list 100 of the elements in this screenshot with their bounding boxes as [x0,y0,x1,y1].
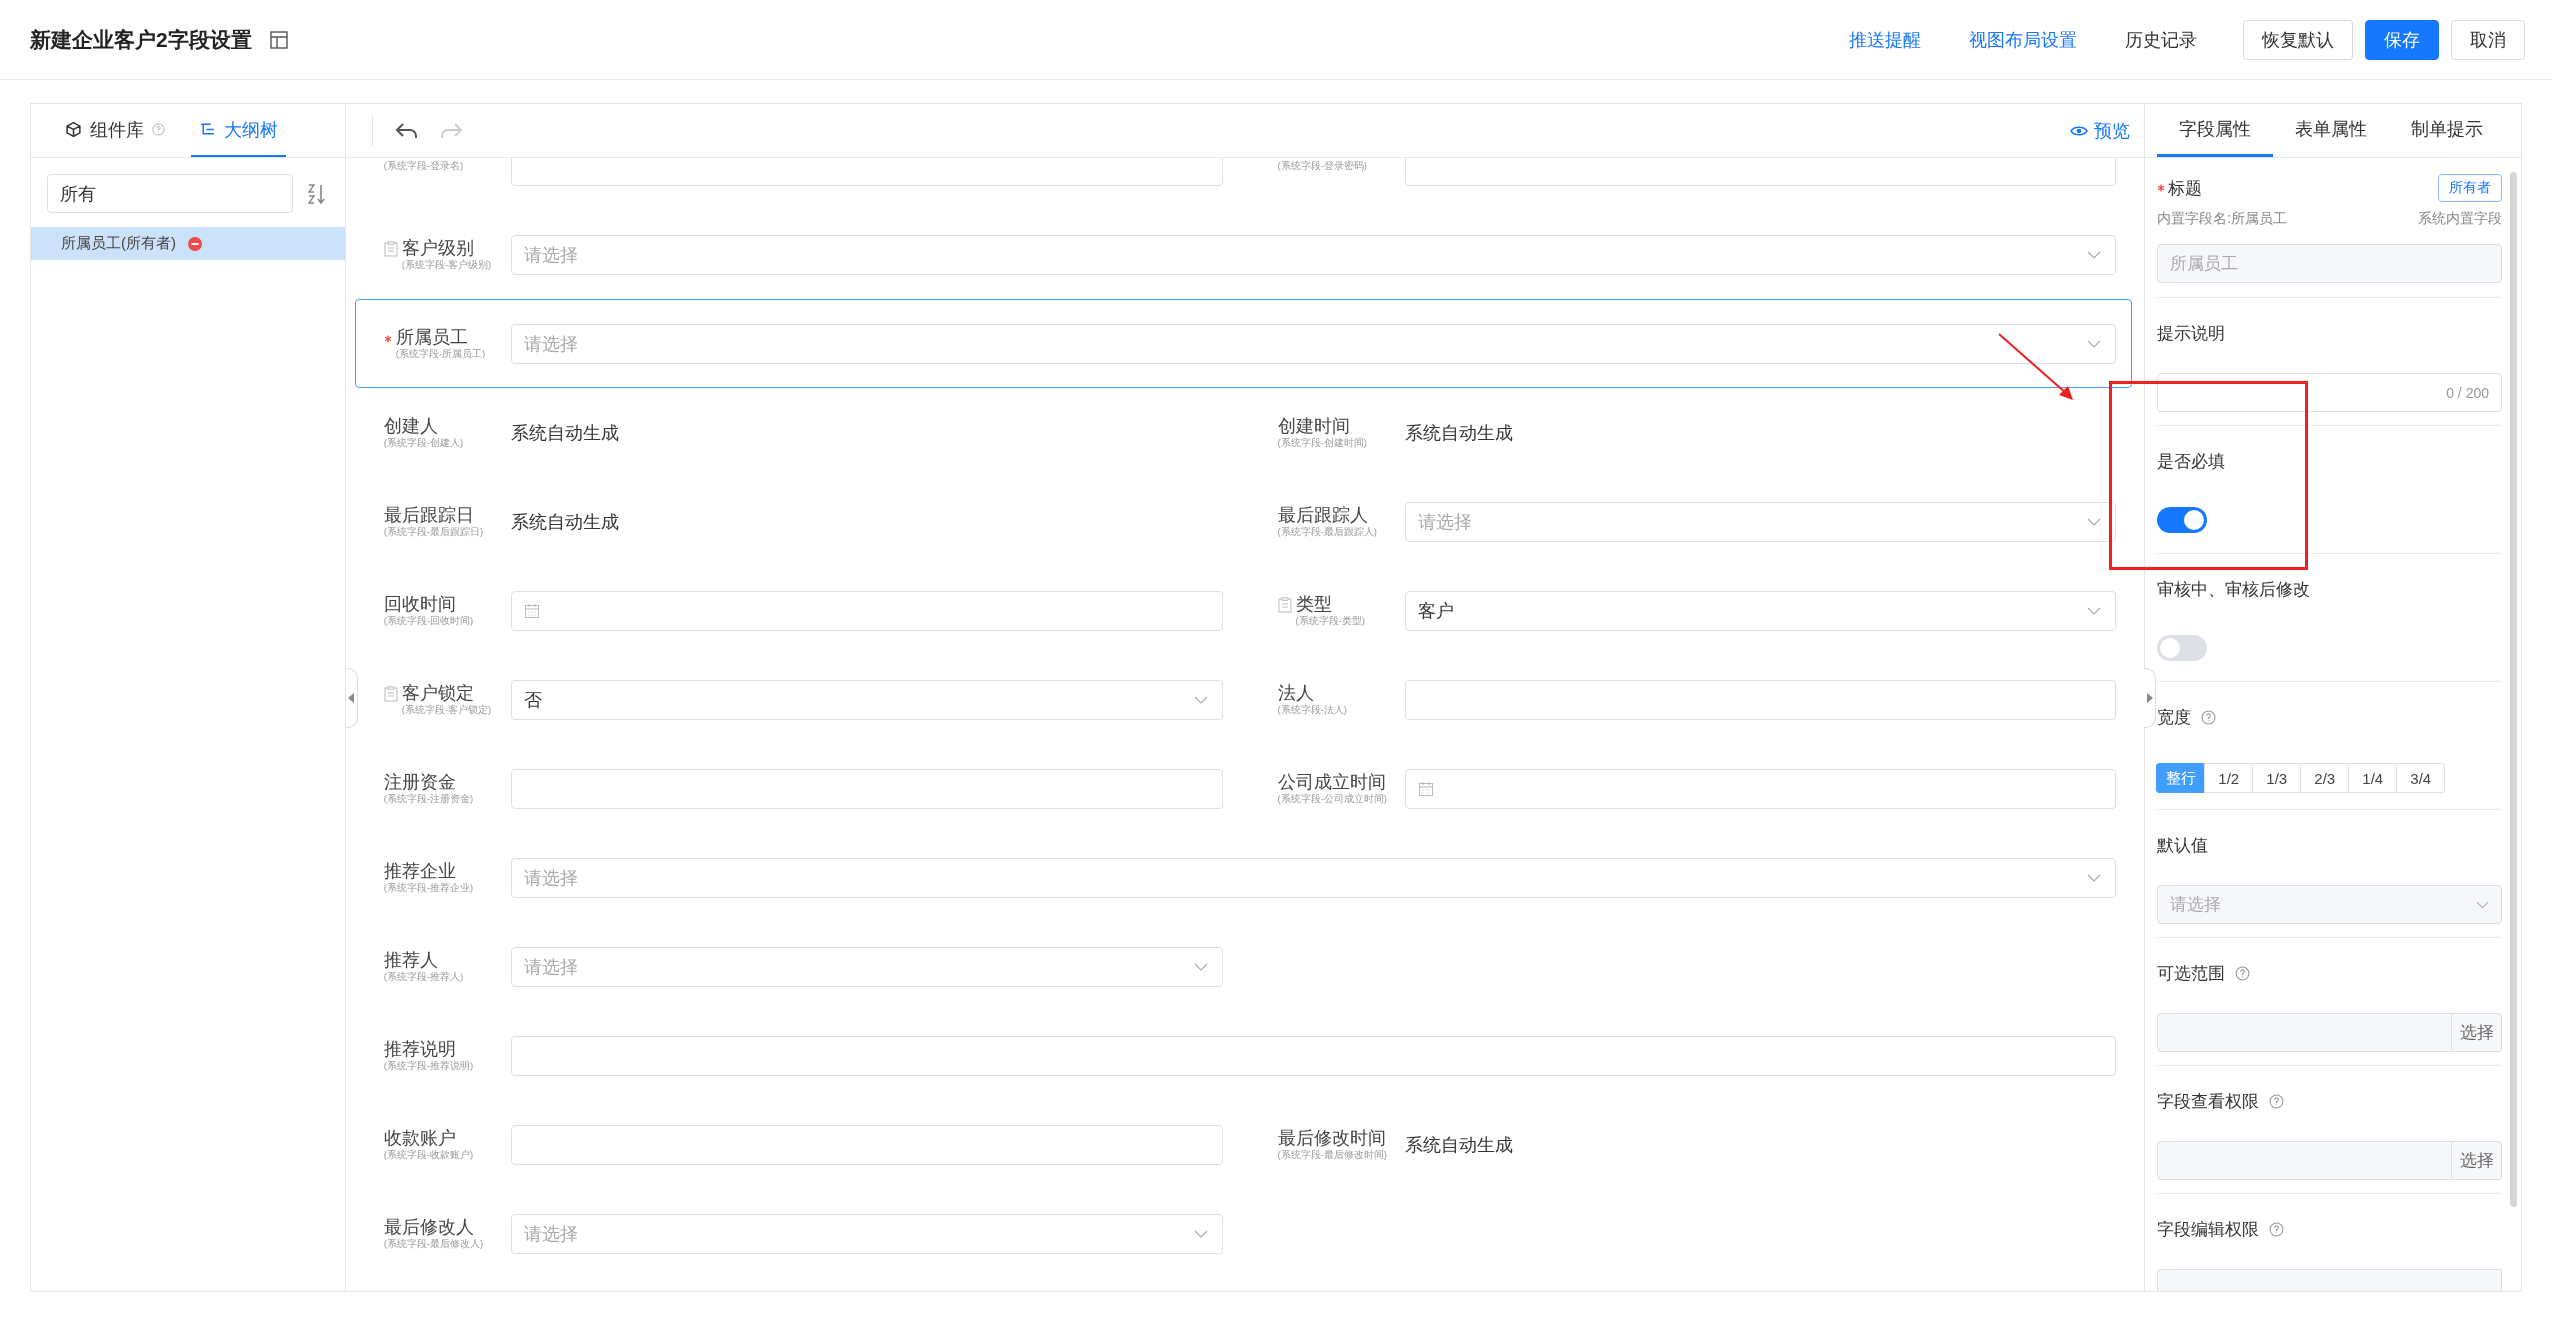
date-field[interactable] [510,590,1223,631]
tree-item[interactable]: 所属员工(所有者) [31,227,345,260]
field-note: (系统字段-最后跟踪日) [383,526,484,538]
field-label: 注册资金 [383,772,457,793]
section-label: 字段编辑权限 [2157,1219,2260,1241]
field-note: (系统字段-推荐人) [383,971,464,983]
cube-icon [65,121,82,138]
field-label: 推荐人 [383,950,439,971]
field-note: (系统字段-创建时间) [1277,437,1367,449]
history-link[interactable]: 历史记录 [2125,27,2197,52]
header-link[interactable]: 视图布局设置 [1969,27,2077,52]
width-option[interactable]: 3/4 [2396,763,2446,793]
chevron-icon [2087,517,2102,526]
panel-tab[interactable]: 组件库 [57,104,173,157]
field-label: 所属员工 [395,327,469,348]
field-note: (系统字段-推荐企业) [383,882,474,894]
section-label: 字段查看权限 [2157,1091,2260,1113]
choose-button[interactable]: 选择 [2452,1013,2502,1052]
chevron-icon [2087,250,2102,259]
help-icon[interactable] [152,123,165,136]
section-label: 审核中、审核后修改 [2157,579,2312,601]
picker-field[interactable] [2157,1141,2452,1180]
chevron-icon [1193,1229,1208,1238]
layout-icon[interactable] [269,30,288,49]
field-label: 最后修改时间 [1277,1128,1387,1149]
width-option[interactable]: 1/2 [2204,763,2254,793]
header-button[interactable]: 恢复默认 [2243,19,2353,60]
toggle-switch[interactable] [2157,635,2208,661]
property-tab[interactable]: 制单提示 [2389,104,2506,157]
chevron-icon [2087,339,2102,348]
property-tab[interactable]: 表单属性 [2273,104,2390,157]
field-note: (系统字段-登录密码) [1277,159,1367,172]
section-label: 可选范围 [2157,963,2226,985]
property-tab[interactable]: 字段属性 [2157,104,2274,157]
help-icon[interactable] [2201,710,2217,725]
field-label: 收款账户 [383,1128,457,1149]
field-label: 类型 [1295,594,1333,615]
field-note: (系统字段-回收时间) [383,615,474,627]
input-field[interactable] [510,1035,2117,1076]
sort-icon[interactable] [307,182,327,205]
picker-field[interactable] [2157,1013,2452,1052]
chevron-icon [2087,873,2102,882]
field-value: 系统自动生成 [1404,1133,1513,1157]
chevron-icon [2087,606,2102,615]
input-field[interactable] [510,158,1223,186]
section-label: 是否必填 [2157,451,2227,473]
builtin-name: 内置字段名:所属员工 [2157,210,2288,228]
preview-link[interactable]: 预览 [2070,118,2131,143]
field-label: 最后跟踪人 [1277,505,1369,526]
owner-tag: 所有者 [2438,174,2502,202]
field-note: (系统字段-收款账户) [383,1149,474,1161]
field-note: (系统字段-推荐说明) [383,1060,474,1072]
field-value: 系统自动生成 [510,421,619,445]
page-title: 新建企业客户2字段设置 [30,26,252,53]
field-label: 公司成立时间 [1277,772,1387,793]
help-icon[interactable] [2235,966,2251,981]
input-field[interactable] [1404,679,2117,720]
chevron-icon [2476,900,2489,909]
field-note: (系统字段-所属员工) [395,348,486,360]
field-note: (系统字段-公司成立时间) [1277,793,1387,805]
header-link[interactable]: 推送提醒 [1849,27,1921,52]
calendar-icon [523,602,540,619]
field-note: (系统字段-客户级别) [401,259,492,271]
date-field[interactable] [1404,768,2117,809]
selected-field-row[interactable]: 所属员工 (系统字段-所属员工) 请选择 [354,299,2133,388]
filter-select[interactable]: 所有 [47,174,293,213]
redo-icon[interactable] [438,120,465,141]
section-label: 标题 [2168,177,2203,200]
select-field[interactable]: 否 [510,679,1223,720]
field-label: 推荐企业 [383,861,457,882]
scrollbar[interactable] [2510,172,2517,1207]
chevron-icon [1193,695,1208,704]
field-label: 最后跟踪日 [383,505,475,526]
remove-icon[interactable] [188,236,202,251]
section-label: 提示说明 [2157,323,2227,345]
toggle-switch[interactable] [2157,507,2208,533]
section-label: 宽度 [2157,707,2192,729]
width-option[interactable]: 2/3 [2300,763,2350,793]
input-field[interactable] [510,768,1223,809]
field-value: 系统自动生成 [510,510,619,534]
choose-button[interactable]: 选择 [2452,1141,2502,1180]
select-field[interactable]: 客户 [1404,590,2117,631]
help-icon[interactable] [2269,1222,2285,1237]
calendar-icon [1417,780,1434,797]
width-option[interactable]: 1/4 [2348,763,2398,793]
section-label: 默认值 [2157,835,2210,857]
field-label: 客户锁定 [401,683,475,704]
save-button[interactable]: 保存 [2365,19,2439,60]
collapse-handle[interactable] [2144,668,2157,728]
help-icon[interactable] [2269,1094,2285,1109]
char-counter: 0 / 200 [2446,384,2489,401]
field-label: 创建人 [383,416,439,437]
field-note: (系统字段-注册资金) [383,793,474,805]
input-field[interactable] [510,1124,1223,1165]
width-option[interactable]: 1/3 [2252,763,2302,793]
header-button[interactable]: 取消 [2451,19,2525,60]
input-field[interactable] [1404,158,2117,186]
field-value: 系统自动生成 [1404,421,1513,445]
panel-tab[interactable]: 大纲树 [191,104,286,157]
builtin-note: 系统内置字段 [2418,210,2502,228]
